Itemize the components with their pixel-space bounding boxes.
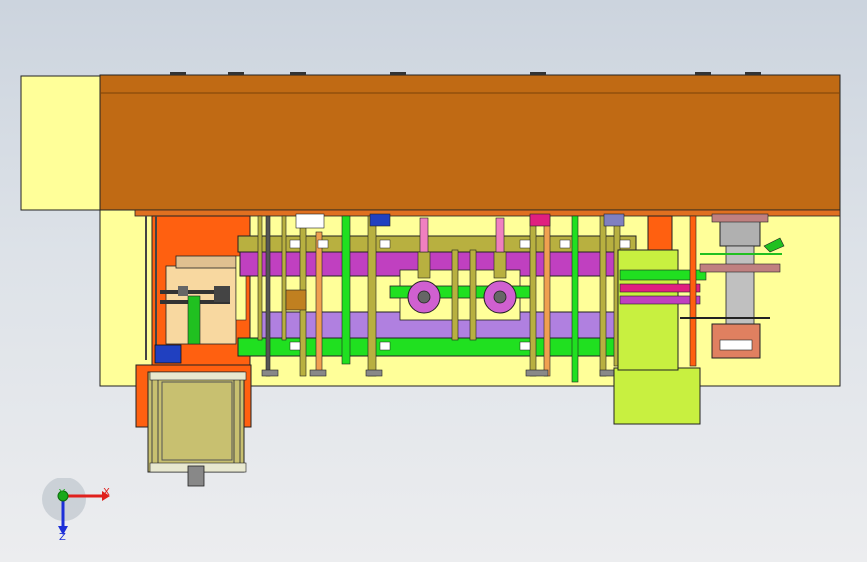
z-axis-label: Z — [59, 532, 66, 543]
lime-block — [613, 367, 701, 425]
main-housing — [99, 74, 841, 211]
y-axis-label: Y — [59, 488, 66, 499]
left-end-plate — [20, 75, 104, 211]
x-axis-label: X — [103, 487, 110, 498]
roller-left — [407, 280, 441, 314]
coordinate-triad — [42, 478, 110, 535]
motor-shaft — [187, 465, 205, 487]
cad-viewport[interactable]: X Y Z — [0, 0, 867, 562]
roller-right — [483, 280, 517, 314]
